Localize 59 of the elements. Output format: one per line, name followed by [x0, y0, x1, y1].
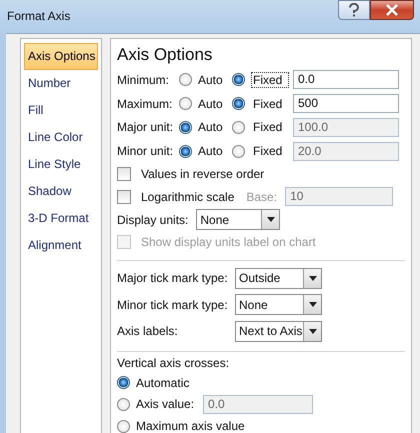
field-label: Minor unit:: [117, 144, 174, 158]
radio-button[interactable]: [117, 420, 130, 433]
option-label: Fixed: [252, 143, 284, 160]
option-label: Auto: [198, 144, 224, 158]
field-label: Major tick mark type:: [117, 271, 229, 286]
option-label: Fixed: [251, 72, 289, 88]
checkbox-label: Logarithmic scale: [141, 190, 234, 204]
field-label: Base:: [246, 190, 278, 204]
caret-icon: [266, 217, 275, 222]
input-field[interactable]: 500: [293, 94, 399, 114]
input-field[interactable]: 10: [285, 187, 394, 206]
caret-icon: [308, 276, 316, 281]
help-icon: [348, 3, 360, 17]
dropdown[interactable]: None: [196, 209, 280, 230]
radio-button[interactable]: [232, 97, 245, 110]
checkbox[interactable]: [117, 190, 131, 204]
section-heading: Axis Options: [117, 45, 214, 65]
field-label: Maximum:: [117, 96, 174, 111]
dropdown[interactable]: None: [235, 294, 322, 316]
option-label: Axis value:: [136, 397, 194, 412]
sidebar-item[interactable]: Axis Options: [24, 43, 98, 70]
checkbox-label: Values in reverse order: [141, 167, 264, 182]
group-label: Vertical axis crosses:: [117, 356, 230, 370]
caret-icon: [308, 302, 316, 308]
field-label: Minimum:: [117, 72, 170, 87]
checkbox-label: Show display units label on chart: [141, 235, 316, 250]
dropdown[interactable]: Outside: [235, 268, 322, 289]
sidebar-item[interactable]: Number: [24, 70, 98, 97]
radio-button[interactable]: [232, 73, 245, 86]
sidebar-item[interactable]: Shadow: [24, 178, 98, 205]
sidebar-item[interactable]: 3-D Format: [24, 205, 98, 232]
caret-icon: [308, 328, 316, 334]
checkbox[interactable]: [117, 167, 131, 182]
field-label: Major unit:: [117, 120, 174, 134]
close-icon: [385, 4, 399, 16]
field-label: Axis labels:: [117, 324, 179, 338]
window-title: Format Axis: [7, 9, 70, 23]
sidebar-item[interactable]: Alignment: [24, 232, 98, 259]
radio-button[interactable]: [179, 97, 192, 110]
sidebar-item[interactable]: Line Style: [24, 151, 98, 178]
field-label: Display units:: [117, 212, 188, 227]
option-label: Auto: [198, 72, 224, 87]
close-button[interactable]: [370, 0, 414, 20]
input-field[interactable]: 0.0: [293, 70, 399, 90]
sidebar-item[interactable]: Fill: [24, 97, 98, 124]
field-label: Minor tick mark type:: [117, 298, 229, 312]
radio-button[interactable]: [117, 398, 130, 411]
help-button[interactable]: [338, 0, 370, 20]
option-label: Fixed: [252, 119, 284, 136]
option-label: Auto: [198, 96, 224, 111]
dropdown[interactable]: Next to Axis: [235, 320, 322, 342]
option-label: Auto: [198, 120, 224, 134]
option-label: Maximum axis value: [136, 419, 245, 433]
radio-button[interactable]: [179, 73, 192, 86]
option-label: Fixed: [252, 96, 284, 112]
sidebar-item[interactable]: Line Color: [24, 124, 98, 151]
option-label: Automatic: [136, 376, 190, 390]
input-field[interactable]: 0.0: [203, 394, 314, 414]
radio-button[interactable]: [117, 376, 130, 390]
